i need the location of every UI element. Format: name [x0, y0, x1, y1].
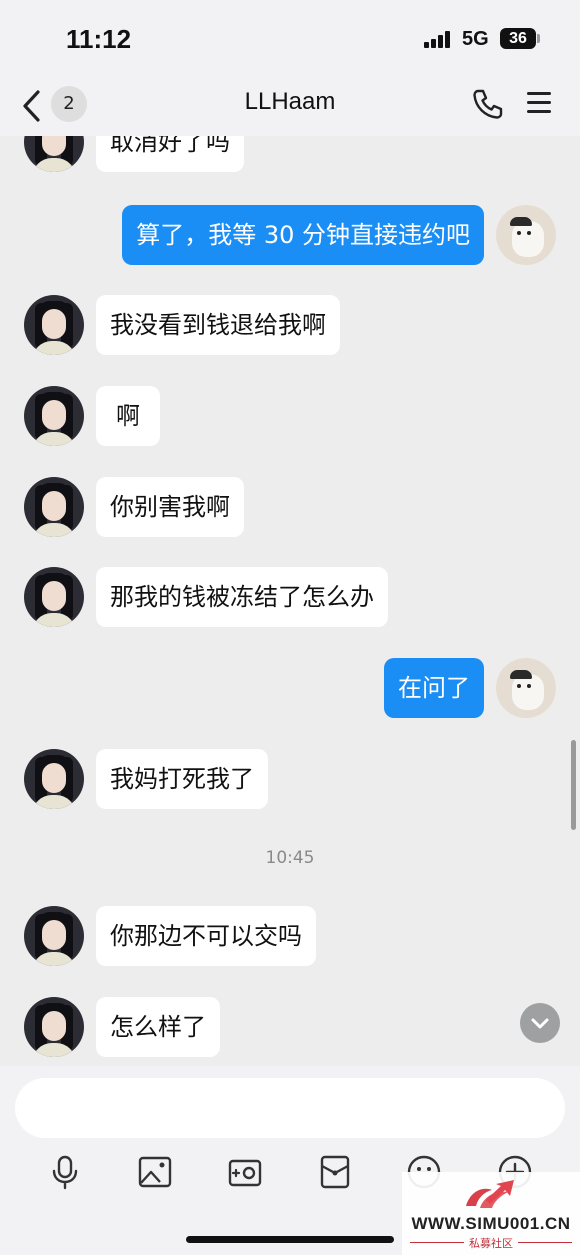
red-packet-button[interactable] [317, 1154, 353, 1190]
contact-avatar[interactable] [24, 906, 84, 966]
message-bubble-incoming[interactable]: 我妈打死我了 [96, 749, 268, 809]
contact-avatar[interactable] [24, 997, 84, 1057]
camera-button[interactable] [227, 1154, 263, 1190]
message-bubble-incoming[interactable]: 你别害我啊 [96, 477, 244, 537]
back-button[interactable] [18, 86, 48, 126]
contact-avatar[interactable] [24, 567, 84, 627]
status-time: 11:12 [66, 24, 132, 54]
message-input[interactable] [15, 1078, 565, 1138]
message-bubble-incoming[interactable]: 取消好了吗 [96, 136, 244, 172]
call-button[interactable] [470, 86, 506, 122]
phone-icon [473, 89, 503, 119]
message-bubble-incoming[interactable]: 我没看到钱退给我啊 [96, 295, 340, 355]
message-row: 算了，我等 30 分钟直接违约吧 [0, 204, 580, 266]
status-bar: 11:12 5G 36 [0, 0, 580, 78]
my-avatar[interactable] [496, 658, 556, 718]
menu-button[interactable] [525, 88, 553, 118]
camera-icon [228, 1159, 262, 1187]
signal-icon [424, 30, 454, 48]
chat-header: 2 LLHaam [0, 78, 580, 136]
message-row: 你别害我啊 [0, 477, 580, 537]
watermark-rule-right [518, 1242, 572, 1243]
microphone-icon [52, 1155, 78, 1190]
message-bubble-incoming[interactable]: 那我的钱被冻结了怎么办 [96, 567, 388, 627]
chevron-left-icon [23, 90, 40, 122]
my-avatar[interactable] [496, 205, 556, 265]
message-row: 取消好了吗 [0, 136, 580, 172]
battery-tip [537, 34, 540, 43]
chat-title: LLHaam [244, 88, 336, 115]
chevron-down-icon [531, 1018, 549, 1029]
home-indicator [186, 1236, 394, 1243]
unread-count-badge[interactable]: 2 [51, 86, 87, 122]
watermark-sub: 私募社区 [469, 1237, 513, 1250]
message-bubble-outgoing[interactable]: 算了，我等 30 分钟直接违约吧 [122, 205, 484, 265]
message-bubble-incoming[interactable]: 怎么样了 [96, 997, 220, 1057]
contact-avatar[interactable] [24, 295, 84, 355]
red-packet-icon [320, 1155, 350, 1189]
watermark-logo-icon [466, 1180, 514, 1208]
watermark: WWW.SIMU001.CN 私募社区 [402, 1172, 580, 1255]
scroll-to-bottom-button[interactable] [520, 1003, 560, 1043]
contact-avatar[interactable] [24, 749, 84, 809]
photo-button[interactable] [137, 1154, 173, 1190]
message-row: 怎么样了 [0, 997, 580, 1057]
message-row: 啊 [0, 386, 580, 446]
message-row: 在问了 [0, 658, 580, 718]
voice-button[interactable] [48, 1154, 84, 1190]
message-row: 那我的钱被冻结了怎么办 [0, 567, 580, 627]
message-bubble-incoming[interactable]: 你那边不可以交吗 [96, 906, 316, 966]
message-row: 我妈打死我了 [0, 749, 580, 809]
contact-avatar[interactable] [24, 386, 84, 446]
message-list[interactable]: 取消好了吗 算了，我等 30 分钟直接违约吧 我没看到钱退给我啊 啊 你别害我啊… [0, 136, 580, 1066]
scrollbar[interactable] [571, 740, 576, 830]
message-row: 我没看到钱退给我啊 [0, 295, 580, 355]
message-row: 你那边不可以交吗 [0, 906, 580, 966]
image-icon [138, 1156, 172, 1188]
time-divider: 10:45 [265, 848, 315, 868]
network-type: 5G [462, 28, 489, 50]
contact-avatar[interactable] [24, 136, 84, 172]
message-bubble-outgoing[interactable]: 在问了 [384, 658, 484, 718]
message-bubble-incoming[interactable]: 啊 [96, 386, 160, 446]
battery-icon: 36 [500, 28, 536, 49]
watermark-site: WWW.SIMU001.CN [411, 1214, 571, 1233]
contact-avatar[interactable] [24, 477, 84, 537]
